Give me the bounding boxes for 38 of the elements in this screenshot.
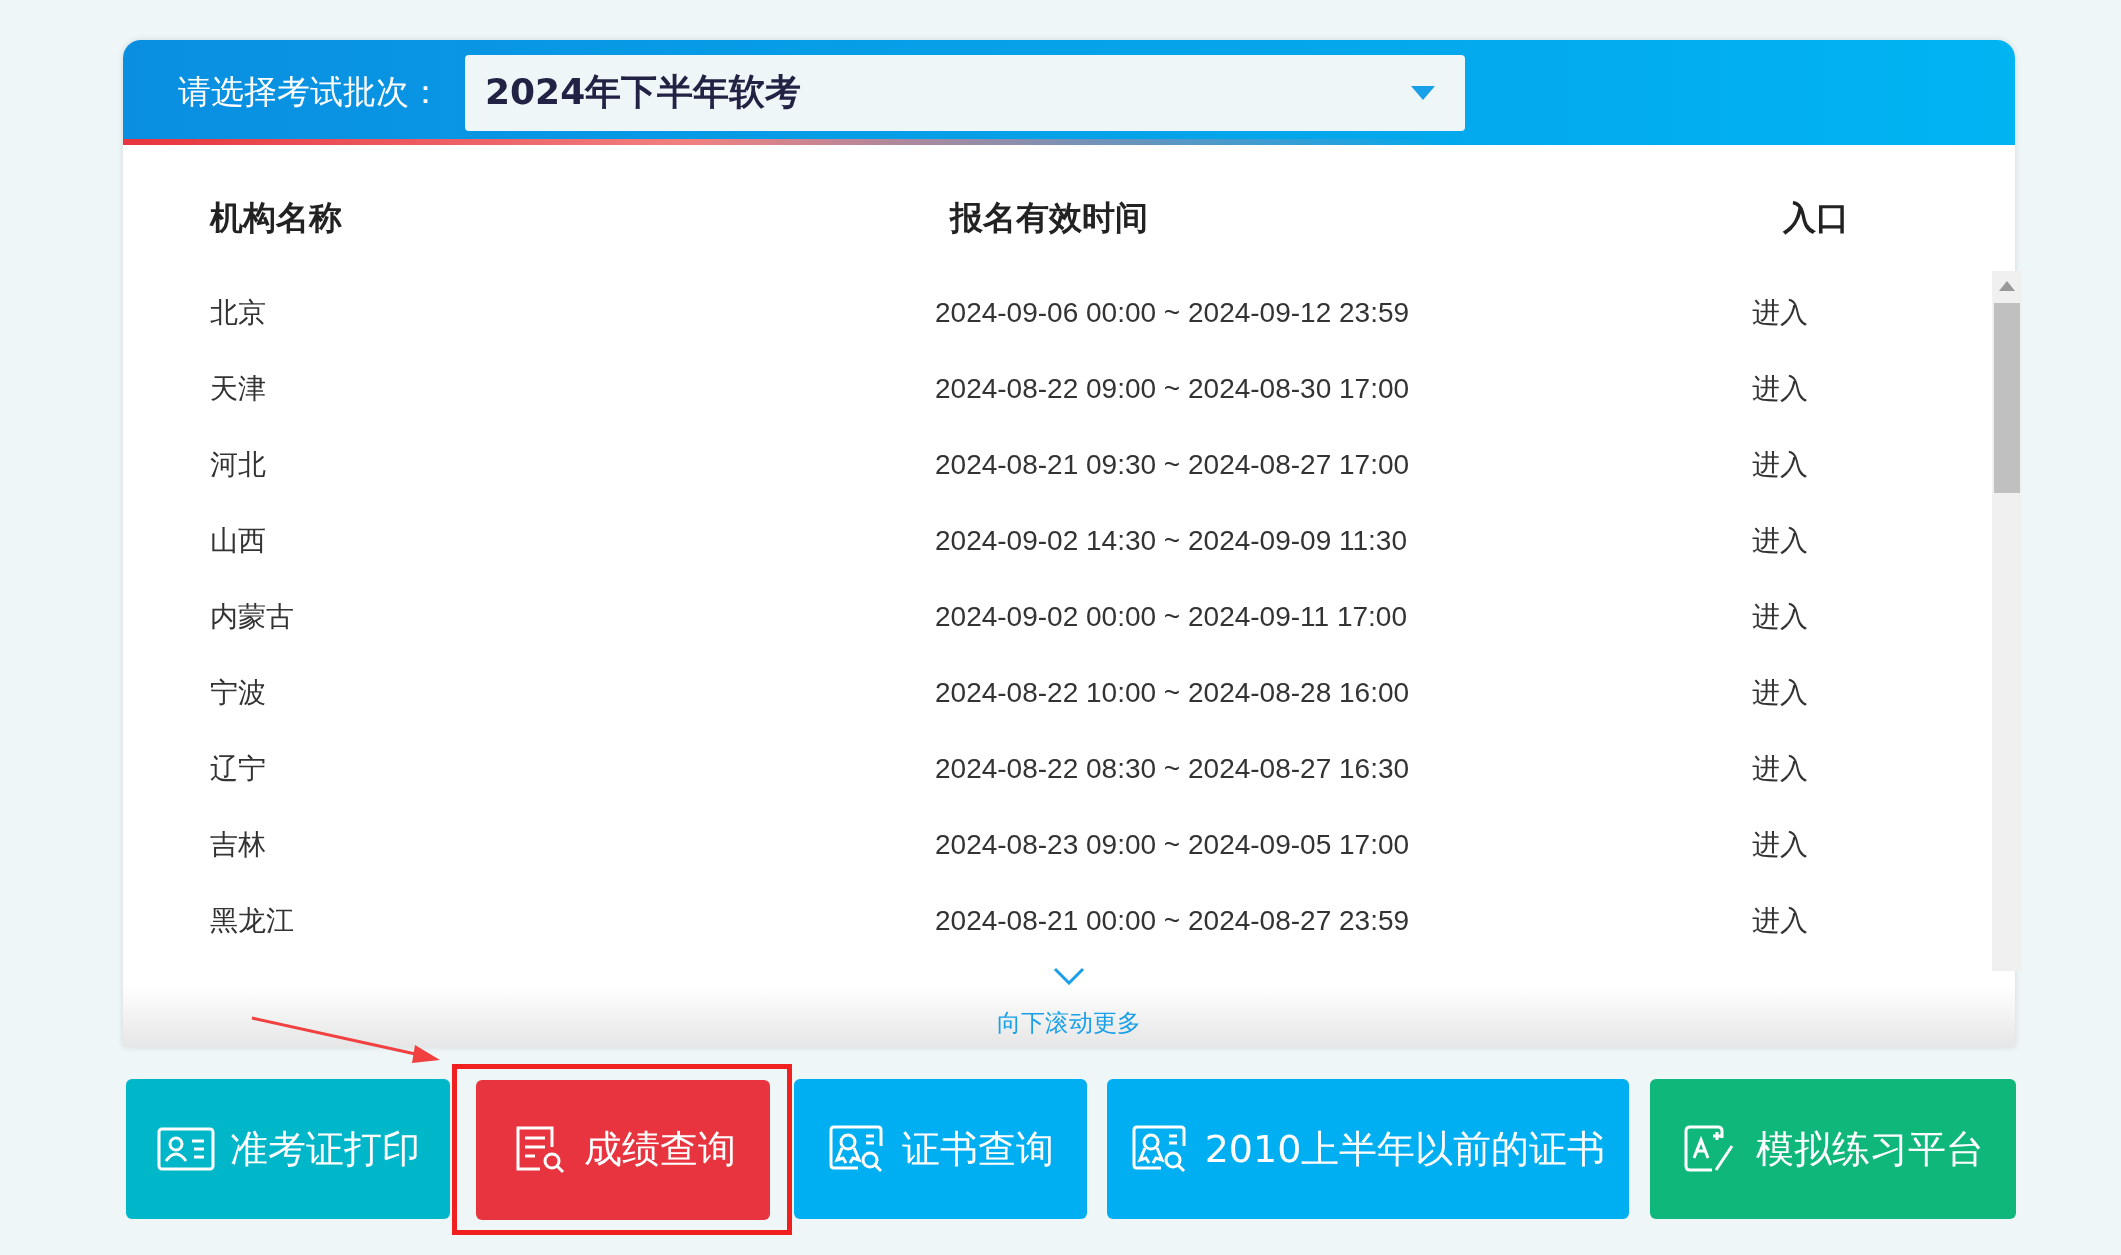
nav-button[interactable]: 成绩查询 <box>476 1079 770 1220</box>
scrollbar-thumb[interactable] <box>1994 303 2020 493</box>
enter-link[interactable]: 进入 <box>1752 826 1808 864</box>
scrollbar[interactable] <box>1992 271 2022 971</box>
scroll-up-icon[interactable] <box>1999 281 2015 291</box>
table-cell-text: 宁波 <box>210 675 266 711</box>
enter-link[interactable]: 进入 <box>1752 446 1808 484</box>
table-cell-text: 吉林 <box>210 827 266 863</box>
table-cell: 2024-08-21 00:00 ~ 2024-08-27 23:59 <box>935 905 1410 937</box>
table-cell: 2024-08-22 08:30 ~ 2024-08-27 16:30 <box>935 753 1410 785</box>
enter-link[interactable]: 进入 <box>1752 674 1808 712</box>
enter-link[interactable]: 进入 <box>1752 370 1808 408</box>
batch-select[interactable]: 2024年下半年软考 <box>465 54 1465 131</box>
enter-link[interactable]: 进入 <box>1752 902 1808 940</box>
enter-link[interactable]: 进入 <box>1752 750 1808 788</box>
column-header: 入口 <box>1783 196 1849 239</box>
table-cell: 2024-09-02 14:30 ~ 2024-09-09 11:30 <box>935 525 1407 557</box>
enter-link[interactable]: 进入 <box>1752 294 1808 332</box>
table-cell-text: 北京 <box>210 295 266 331</box>
table-cell-text: 辽宁 <box>210 751 266 787</box>
table-cell-text: 内蒙古 <box>210 599 294 635</box>
table-cell: 2024-08-21 09:30 ~ 2024-08-27 17:00 <box>935 449 1410 481</box>
enter-link[interactable]: 进入 <box>1752 598 1808 636</box>
column-header: 机构名称 <box>210 196 342 239</box>
column-header: 报名有效时间 <box>950 196 1148 239</box>
table-cell: 2024-08-23 09:00 ~ 2024-09-05 17:00 <box>935 829 1410 861</box>
table-cell-text: 天津 <box>210 371 266 407</box>
table-cell: 2024-09-02 00:00 ~ 2024-09-11 17:00 <box>935 601 1407 633</box>
chevron-down-icon[interactable] <box>1053 967 1085 985</box>
batch-label: 请选择考试批次： <box>178 71 443 113</box>
enter-link[interactable]: 进入 <box>1752 522 1808 560</box>
caret-icon <box>1411 85 1435 100</box>
table-cell-text: 河北 <box>210 447 266 483</box>
table-cell-text: 黑龙江 <box>210 903 294 939</box>
table-cell: 2024-08-22 09:00 ~ 2024-08-30 17:00 <box>935 373 1410 405</box>
table-cell: 2024-09-06 00:00 ~ 2024-09-12 23:59 <box>935 297 1410 329</box>
table-cell-text: 山西 <box>210 523 266 559</box>
table-cell: 2024-08-22 10:00 ~ 2024-08-28 16:00 <box>935 677 1410 709</box>
